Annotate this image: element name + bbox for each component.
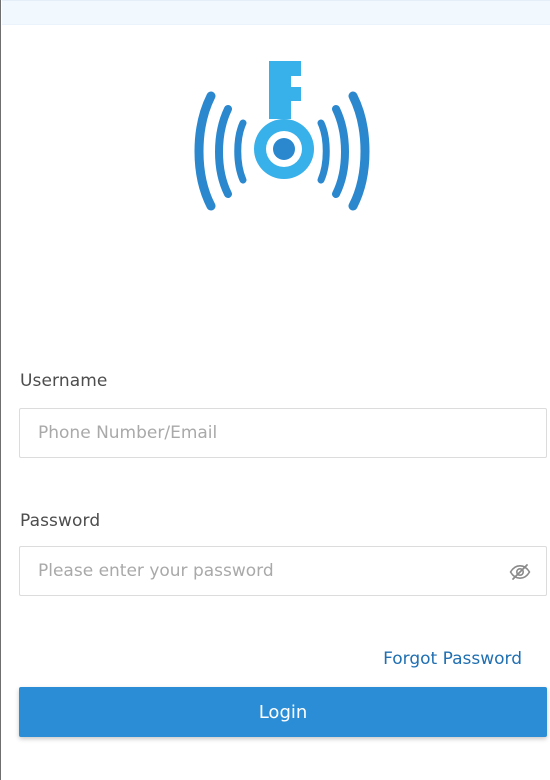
username-label: Username — [20, 371, 108, 391]
username-input[interactable] — [20, 409, 546, 457]
left-wave-outer — [194, 91, 216, 211]
key-stem — [269, 61, 301, 119]
right-wave-inner — [317, 119, 330, 184]
login-button[interactable]: Login — [19, 687, 547, 737]
app-logo — [177, 54, 387, 224]
right-wave-middle — [332, 105, 349, 198]
left-wave-middle — [215, 105, 232, 198]
username-field[interactable] — [19, 408, 547, 458]
login-window: Username Password Forgot Password Login — [0, 0, 550, 780]
key-center-dot — [273, 138, 295, 160]
password-field[interactable] — [19, 546, 547, 596]
password-label: Password — [20, 511, 101, 531]
eye-off-icon-graphic — [509, 564, 531, 580]
wireless-key-icon — [194, 61, 370, 211]
top-strip — [2, 0, 550, 25]
password-input[interactable] — [20, 547, 546, 595]
right-wave-outer — [348, 91, 370, 211]
forgot-password-link[interactable]: Forgot Password — [383, 649, 522, 669]
left-wave-inner — [234, 119, 247, 184]
eye-off-icon[interactable] — [508, 560, 532, 584]
